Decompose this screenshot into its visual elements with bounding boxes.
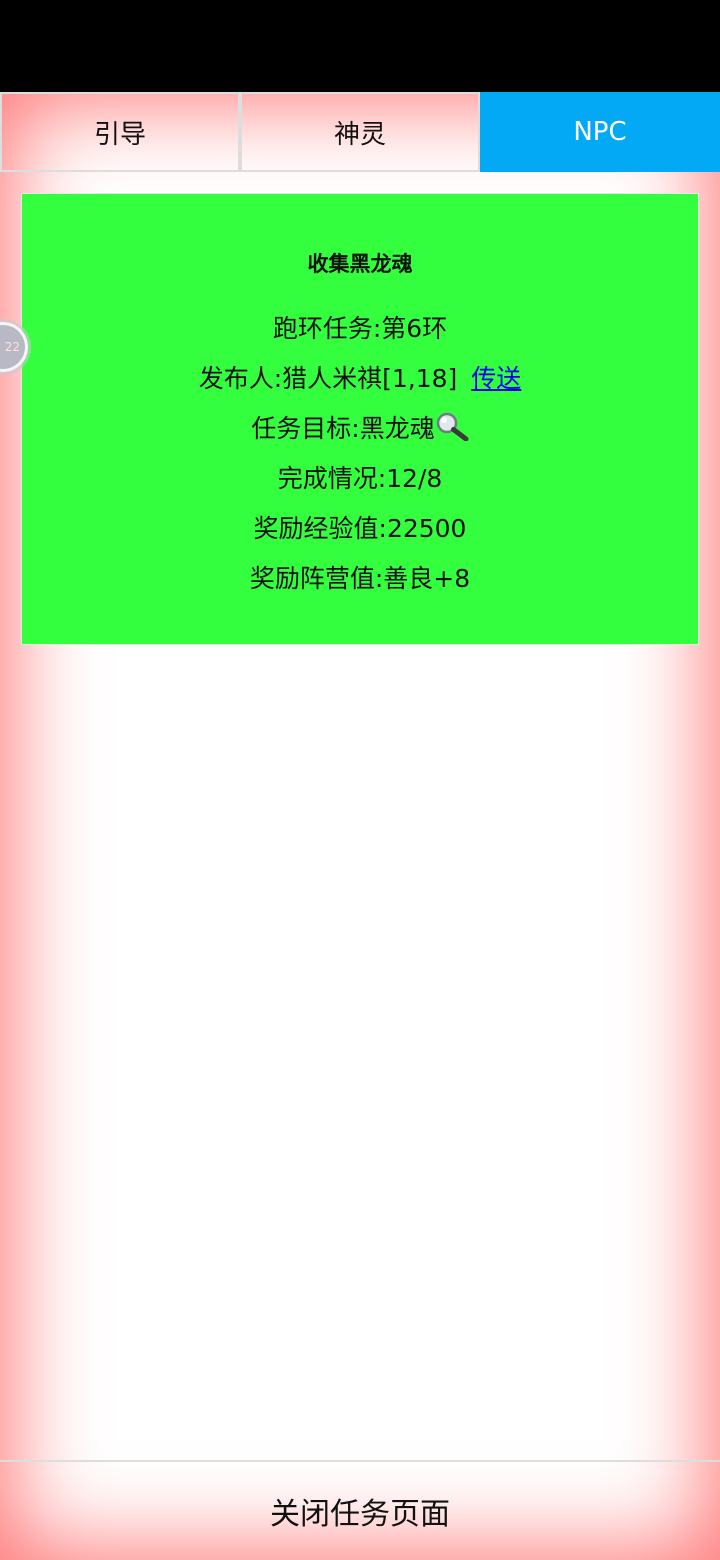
task-publisher: 发布人:猎人米祺[1,18]: [198, 364, 458, 393]
task-progress: 完成情况:12/8: [277, 464, 443, 493]
status-bar: [0, 0, 720, 92]
task-card: 收集黑龙魂 跑环任务:第6环 发布人:猎人米祺[1,18] 传送 任务目标:黑龙魂…: [21, 193, 699, 645]
tab-guide[interactable]: 引导: [0, 92, 240, 172]
close-task-page-button[interactable]: 关闭任务页面: [0, 1462, 720, 1560]
task-exp-reward: 奖励经验值:22500: [253, 514, 467, 543]
task-faction-reward: 奖励阵营值:善良+8: [249, 564, 471, 593]
task-publisher-row: 发布人:猎人米祺[1,18] 传送: [22, 354, 698, 404]
teleport-link[interactable]: 传送: [471, 364, 521, 393]
tab-npc[interactable]: NPC: [480, 92, 720, 172]
floating-ball-text: 22: [4, 340, 20, 354]
magnifier-icon[interactable]: [435, 408, 469, 442]
task-target: 任务目标:黑龙魂: [251, 414, 435, 443]
task-details: 跑环任务:第6环 发布人:猎人米祺[1,18] 传送 任务目标:黑龙魂 完成情况:…: [22, 304, 698, 604]
task-ring: 跑环任务:第6环: [272, 314, 448, 343]
task-title: 收集黑龙魂: [307, 252, 413, 276]
tab-bar: 引导 神灵 NPC: [0, 92, 720, 172]
task-target-row: 任务目标:黑龙魂: [22, 404, 698, 454]
tab-deity[interactable]: 神灵: [240, 92, 480, 172]
